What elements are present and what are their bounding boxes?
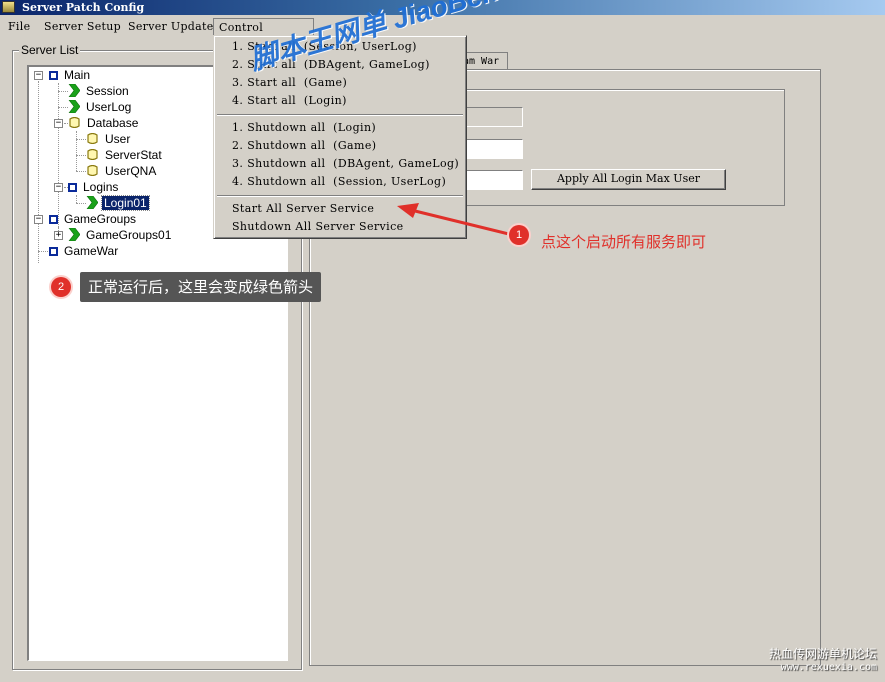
database-icon (87, 133, 98, 144)
annotation-note-2: 正常运行后，这里会变成绿色箭头 (80, 272, 322, 302)
step-badge-2: 2 (51, 277, 71, 297)
tree-node-user[interactable]: User (86, 131, 132, 147)
menu-separator (217, 195, 463, 197)
expander-gamegroups01[interactable]: + (54, 231, 63, 240)
database-icon (87, 165, 98, 176)
tree-node-session[interactable]: Session (68, 83, 131, 99)
menu-shutdown-login[interactable]: 1. Shutdown all (Login) (232, 120, 376, 136)
menu-server-setup[interactable]: Server Setup (39, 18, 126, 35)
red-arrow-icon (397, 203, 514, 237)
menu-separator (217, 114, 463, 116)
expander-database[interactable]: − (54, 119, 63, 128)
tree-node-logins[interactable]: Logins (68, 179, 120, 195)
expander-gamegroups[interactable]: − (34, 215, 43, 224)
menu-start-login[interactable]: 4. Start all (Login) (232, 93, 347, 109)
site-watermark: 热血传网游单机论坛 www.rexuexia.com (769, 648, 877, 674)
green-arrow-icon (86, 196, 98, 209)
tree-node-userqna[interactable]: UserQNA (86, 163, 158, 179)
square-icon (49, 215, 58, 224)
menu-shutdown-all-server-service[interactable]: Shutdown All Server Service (232, 219, 404, 235)
server-list-label: Server List (19, 43, 81, 57)
square-icon (49, 71, 58, 80)
database-icon (69, 117, 80, 128)
tree-node-login01[interactable]: Login01 (86, 195, 150, 211)
site-watermark-line1: 热血传网游单机论坛 (768, 647, 877, 661)
login-field-1[interactable] (464, 139, 523, 159)
menu-shutdown-game[interactable]: 2. Shutdown all (Game) (232, 138, 376, 154)
app-icon (2, 1, 15, 13)
expander-main[interactable]: − (34, 71, 43, 80)
green-arrow-icon (68, 100, 80, 113)
square-icon (68, 183, 77, 192)
menu-start-all-server-service[interactable]: Start All Server Service (232, 201, 374, 217)
menu-shutdown-session-userlog[interactable]: 4. Shutdown all (Session, UserLog) (232, 174, 446, 190)
menu-file[interactable]: File (3, 18, 35, 35)
apply-all-login-max-user-button[interactable]: Apply All Login Max User (531, 169, 726, 190)
green-arrow-icon (68, 84, 80, 97)
site-watermark-line2: www.rexuexia.com (780, 662, 877, 673)
square-icon (49, 247, 58, 256)
tree-node-gamegroups01[interactable]: GameGroups01 (68, 227, 173, 243)
green-arrow-icon (68, 228, 80, 241)
menu-server-update[interactable]: Server Update (123, 18, 219, 35)
tree-node-userlog[interactable]: UserLog (68, 99, 133, 115)
step-badge-1: 1 (509, 225, 529, 245)
tree-node-database[interactable]: Database (68, 115, 140, 131)
menu-shutdown-dbagent-gamelog[interactable]: 3. Shutdown all (DBAgent, GameLog) (232, 156, 459, 172)
login-max-user-field[interactable] (464, 170, 523, 190)
tree-node-gamegroups[interactable]: GameGroups (49, 211, 138, 227)
tree-node-serverstat[interactable]: ServerStat (86, 147, 164, 163)
tree-node-main[interactable]: Main (49, 67, 92, 83)
window-title: Server Patch Config (22, 1, 145, 14)
expander-logins[interactable]: − (54, 183, 63, 192)
readonly-field (464, 107, 523, 127)
database-icon (87, 149, 98, 160)
annotation-note-1: 点这个启动所有服务即可 (541, 233, 707, 251)
menu-start-game[interactable]: 3. Start all (Game) (232, 75, 347, 91)
tree-node-gamewar[interactable]: GameWar (49, 243, 120, 259)
